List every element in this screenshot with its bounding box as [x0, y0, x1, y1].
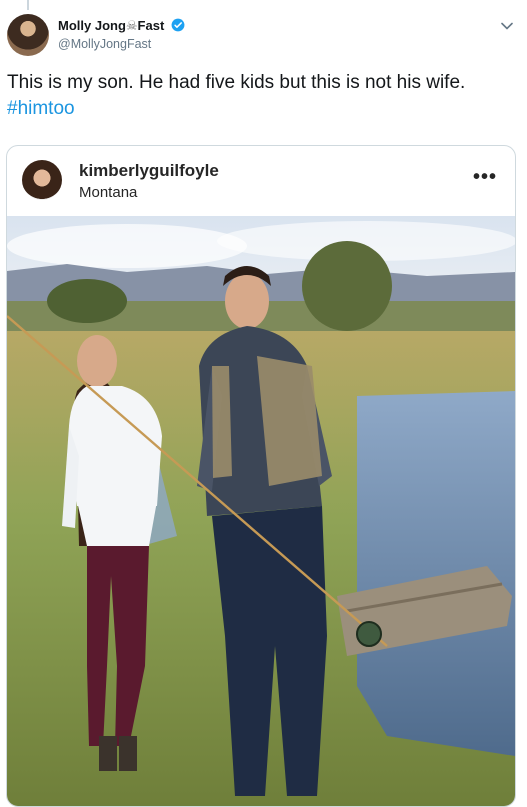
author-avatar[interactable]	[7, 14, 49, 56]
hashtag-link[interactable]: #himtoo	[7, 98, 75, 119]
tweet-text: This is my son. He had five kids but thi…	[7, 70, 517, 122]
author-name-last: Fast	[137, 18, 165, 33]
skull-icon: ☠	[125, 18, 138, 33]
tweet-body: This is my son. He had five kids but thi…	[7, 72, 466, 93]
thread-connector-line	[27, 0, 29, 10]
author-handle[interactable]: @MollyJongFast	[58, 37, 151, 51]
post-photo[interactable]	[7, 216, 515, 806]
post-location[interactable]: Montana	[79, 184, 137, 201]
more-options-icon[interactable]: •••	[473, 166, 497, 189]
post-username[interactable]: kimberlyguilfoyle	[79, 161, 219, 181]
chevron-down-icon[interactable]	[499, 18, 515, 34]
verified-badge-icon	[171, 18, 185, 32]
embedded-instagram-post[interactable]: kimberlyguilfoyle Montana •••	[6, 145, 516, 807]
author-name-first: Molly Jong	[58, 18, 126, 33]
author-display-name[interactable]: Molly Jong☠Fast	[58, 18, 185, 34]
post-author-avatar[interactable]	[22, 160, 62, 200]
